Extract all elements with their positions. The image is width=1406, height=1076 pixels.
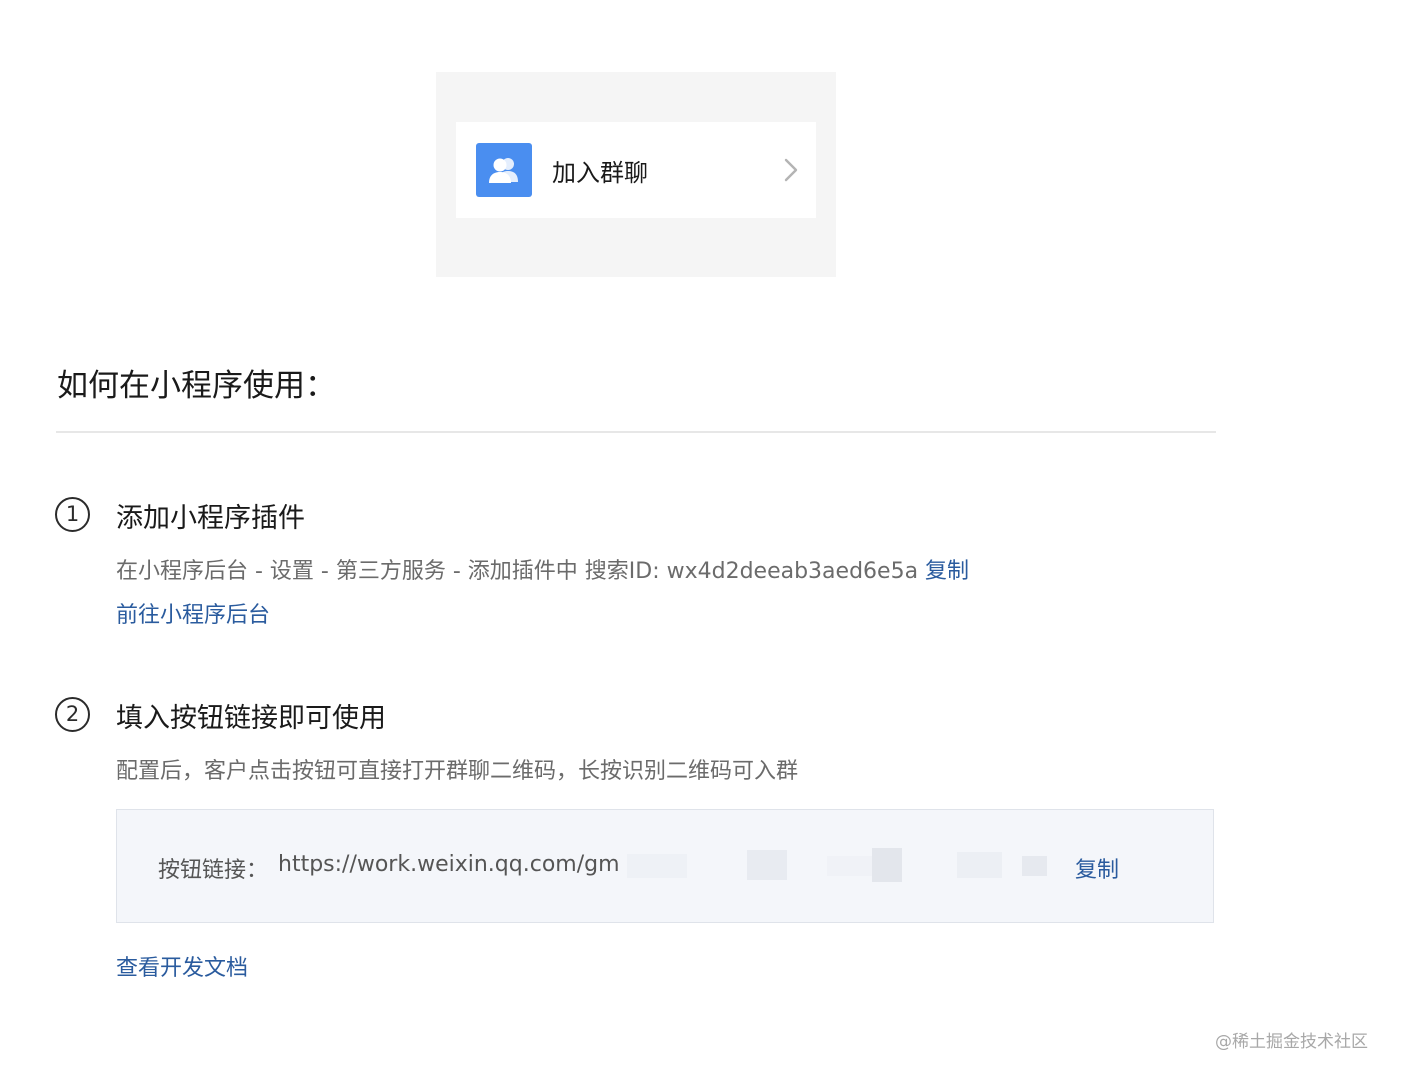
section-title: 如何在小程序使用： xyxy=(57,368,336,404)
step-2-description: 配置后，客户点击按钮可直接打开群聊二维码，长按识别二维码可入群 xyxy=(116,759,799,784)
step-1-badge: 1 xyxy=(55,497,90,532)
step-1-description: 在小程序后台 - 设置 - 第三方服务 - 添加插件中 搜索ID: wx4d2d… xyxy=(116,559,919,584)
redacted-url-mask xyxy=(627,844,1057,890)
divider xyxy=(56,431,1216,433)
join-group-label: 加入群聊 xyxy=(552,158,648,187)
copy-plugin-id-link[interactable]: 复制 xyxy=(925,559,969,584)
join-group-button[interactable]: 加入群聊 xyxy=(456,122,816,218)
users-icon xyxy=(476,143,532,197)
step-2-badge: 2 xyxy=(55,697,90,732)
step-2-title: 填入按钮链接即可使用 xyxy=(116,703,386,734)
go-to-miniprogram-admin-link[interactable]: 前往小程序后台 xyxy=(116,597,270,629)
button-link-url: https://work.weixin.qq.com/gm xyxy=(278,852,620,877)
copy-button-link[interactable]: 复制 xyxy=(1075,852,1119,884)
view-dev-docs-link[interactable]: 查看开发文档 xyxy=(116,950,248,982)
preview-panel: 加入群聊 xyxy=(436,72,836,277)
button-link-box: 按钮链接： https://work.weixin.qq.com/gm 复制 xyxy=(116,809,1214,923)
watermark: @稀土掘金技术社区 xyxy=(1215,1032,1368,1052)
step-1-title: 添加小程序插件 xyxy=(116,503,305,534)
step-1-description-row: 在小程序后台 - 设置 - 第三方服务 - 添加插件中 搜索ID: wx4d2d… xyxy=(116,553,969,585)
button-link-label: 按钮链接： xyxy=(158,858,269,883)
chevron-right-icon xyxy=(784,158,798,186)
